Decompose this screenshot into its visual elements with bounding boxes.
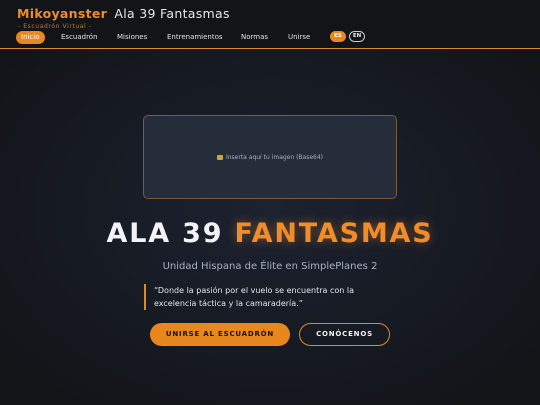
- brand[interactable]: Mikoyanster Ala 39 Fantasmas: [17, 6, 230, 21]
- site-header: Mikoyanster Ala 39 Fantasmas - Escuadrón…: [0, 0, 540, 49]
- brand-subtitle: - Escuadrón Virtual -: [18, 23, 92, 30]
- hero-title: ALA 39 FANTASMAS: [0, 218, 540, 249]
- hero-tagline: Unidad Hispana de Élite en SimplePlanes …: [162, 261, 378, 272]
- join-squadron-button[interactable]: UNIRSE AL ESCUADRÓN: [150, 323, 290, 346]
- hero-title-orange: FANTASMAS: [234, 218, 434, 249]
- hero-title-white: ALA 39: [106, 218, 224, 249]
- lang-es-button[interactable]: ES: [330, 31, 346, 42]
- image-icon: [216, 154, 223, 160]
- nav-item-inicio[interactable]: Inicio: [16, 31, 45, 44]
- nav-item-escuadron[interactable]: Escuadrón: [61, 31, 98, 44]
- brand-title: Ala 39 Fantasmas: [114, 6, 230, 21]
- lang-en-button[interactable]: EN: [349, 31, 365, 42]
- meet-us-button[interactable]: CONÓCENOS: [299, 323, 390, 346]
- nav-item-entrenamientos[interactable]: Entrenamientos: [167, 31, 223, 44]
- image-placeholder-text: Inserta aquí tu imagen (Base64): [225, 153, 324, 161]
- brand-name: Mikoyanster: [17, 6, 108, 21]
- nav-item-normas[interactable]: Normas: [241, 31, 268, 44]
- hero-quote: “Donde la pasión por el vuelo se encuent…: [144, 284, 394, 310]
- nav-item-misiones[interactable]: Misiones: [117, 31, 147, 44]
- hero-image-placeholder: Inserta aquí tu imagen (Base64): [143, 115, 397, 199]
- nav-item-unirse[interactable]: Unirse: [288, 31, 310, 44]
